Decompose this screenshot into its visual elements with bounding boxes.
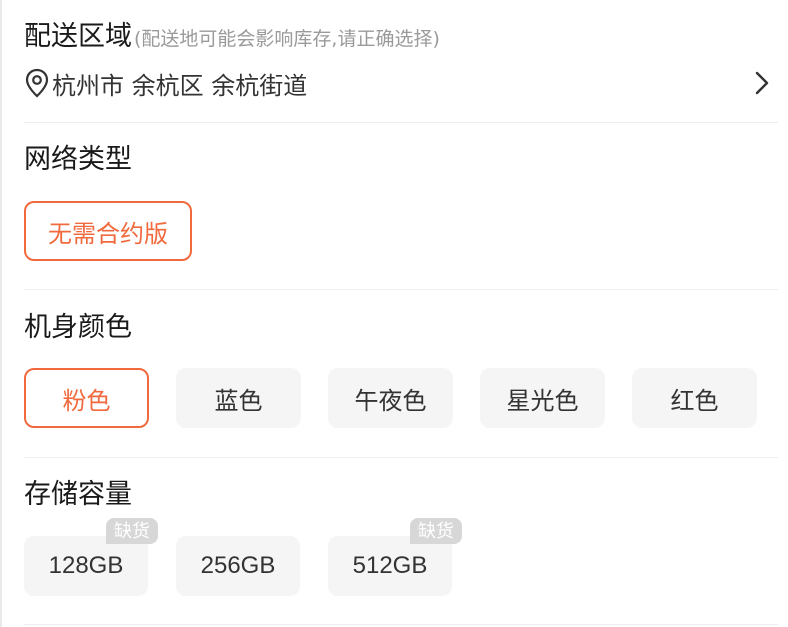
location-pin-icon [25,68,49,98]
storage-option-256gb[interactable]: 256GB [176,536,300,596]
network-options: 无需合约版 [24,201,778,261]
network-option-no-contract[interactable]: 无需合约版 [24,201,192,261]
out-of-stock-badge: 缺货 [106,518,158,544]
delivery-hint: (配送地可能会影响库存,请正确选择) [134,28,440,50]
option-label: 午夜色 [354,386,427,415]
option-label: 红色 [670,386,719,415]
color-option-blue[interactable]: 蓝色 [176,368,301,428]
delivery-section: 配送区域 (配送地可能会影响库存,请正确选择) [24,20,764,56]
panel-edge [0,0,2,627]
divider [24,457,778,458]
storage-title: 存储容量 [24,479,132,510]
option-label: 蓝色 [214,386,263,415]
storage-option-512gb[interactable]: 512GB 缺货 [328,518,462,596]
chevron-right-icon [755,71,769,95]
product-spec-panel: 配送区域 (配送地可能会影响库存,请正确选择) 杭州市 余杭区 余杭街道 网络类型… [0,0,788,627]
option-label: 星光色 [506,386,579,415]
color-options: 粉色 蓝色 午夜色 星光色 红色 [24,368,778,428]
option-label: 256GB [200,552,276,579]
option-label: 粉色 [62,386,111,415]
option-label: 无需合约版 [48,219,168,248]
color-option-pink[interactable]: 粉色 [24,368,149,428]
divider [24,624,778,625]
address-selector[interactable]: 杭州市 余杭区 余杭街道 [24,64,770,102]
storage-options: 128GB 缺货 256GB 512GB 缺货 [24,518,778,596]
divider [24,122,778,123]
color-section: 机身颜色 [24,311,764,345]
storage-section: 存储容量 [24,478,764,512]
address-text: 杭州市 余杭区 余杭街道 [52,71,308,100]
network-title: 网络类型 [24,144,132,175]
color-option-red[interactable]: 红色 [632,368,757,428]
out-of-stock-badge: 缺货 [410,518,462,544]
color-option-midnight[interactable]: 午夜色 [328,368,453,428]
color-option-starlight[interactable]: 星光色 [480,368,605,428]
divider [24,289,778,290]
network-section: 网络类型 [24,143,764,177]
delivery-title-row: 配送区域 (配送地可能会影响库存,请正确选择) [24,20,764,56]
option-label: 512GB [352,552,428,579]
color-title: 机身颜色 [24,312,132,343]
storage-option-128gb[interactable]: 128GB 缺货 [24,518,158,596]
option-label: 128GB [48,552,124,579]
delivery-title: 配送区域 [24,21,132,52]
